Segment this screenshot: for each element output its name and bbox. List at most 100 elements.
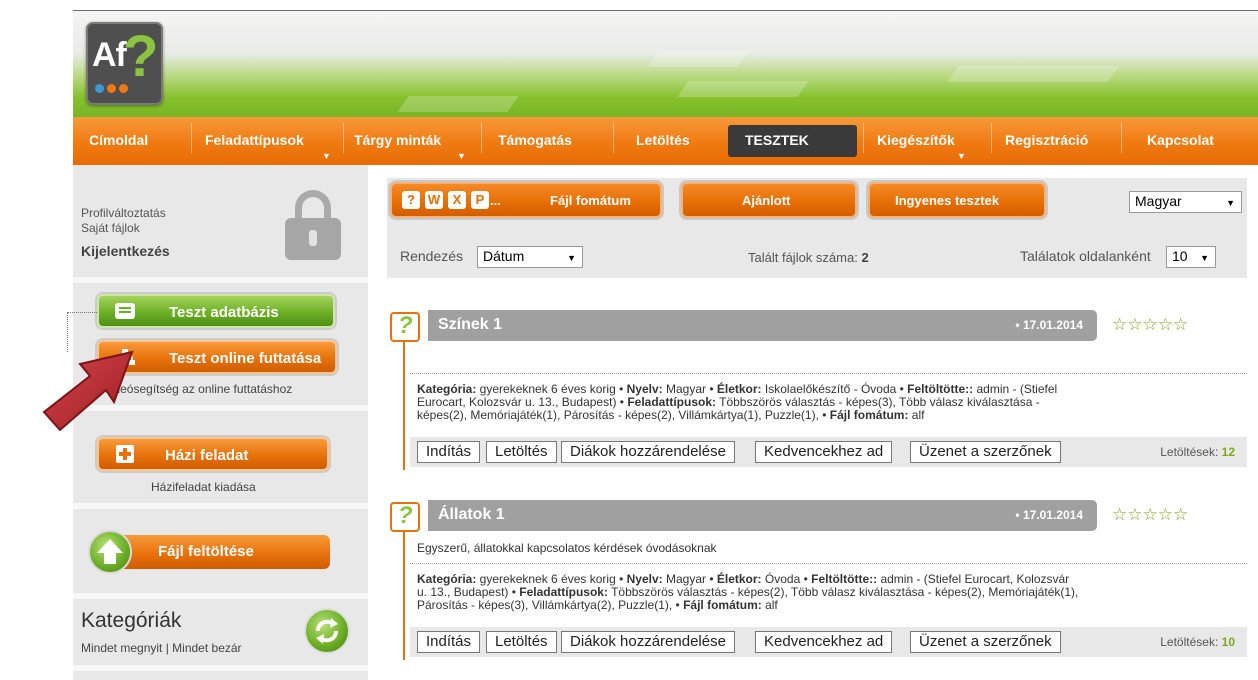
nav-label: Tárgy minták <box>354 132 442 148</box>
meta-line: Párosítás - képes(3), Villámkártya(2), P… <box>417 598 778 612</box>
downloads-value: 10 <box>1221 635 1235 649</box>
alf-file-icon: ? <box>390 502 420 532</box>
add-favorite-button[interactable]: Kedvencekhez ad <box>755 631 893 653</box>
add-favorite-button[interactable]: Kedvencekhez ad <box>755 441 893 463</box>
sort-value: Dátum <box>483 248 525 264</box>
categories-heading: Kategóriák <box>81 609 182 632</box>
assign-students-button[interactable]: Diákok hozzárendelése <box>561 631 735 653</box>
language-select[interactable]: Magyar ▼ <box>1129 191 1242 213</box>
dropdown-caret-icon: ▼ <box>457 151 466 161</box>
per-page-label: Találatok oldalanként <box>1020 248 1151 264</box>
pointer-arrow-icon <box>42 350 134 432</box>
my-files-link[interactable]: Saját fájlok <box>81 221 140 235</box>
page: Af ? Címoldal Feladattípusok ▼ Tárgy mint… <box>0 0 1258 680</box>
free-tests-label: Ingyenes tesztek <box>895 193 1000 208</box>
recommended-label: Ajánlott <box>742 193 791 208</box>
chevron-down-icon: ▼ <box>1200 253 1209 263</box>
link-separator: | <box>162 641 173 655</box>
found-files-label: Talált fájlok száma: <box>748 250 858 265</box>
dropdown-caret-icon: ▼ <box>957 151 966 161</box>
file-format-label: Fájl fomátum <box>550 193 631 208</box>
upload-arrow-icon <box>88 530 132 574</box>
result-title-bar[interactable]: Állatok 1 • 17.01.2014 <box>428 500 1097 531</box>
assign-students-button[interactable]: Diákok hozzárendelése <box>561 441 735 463</box>
recommended-button[interactable]: Ajánlott <box>681 182 857 218</box>
meta-line: képes(2), Memóriajáték(1), Párosítás - k… <box>417 408 925 422</box>
result-accent-line <box>403 340 405 470</box>
dropdown-caret-icon: ▼ <box>322 151 331 161</box>
download-count: Letöltések: 12 <box>1160 445 1235 459</box>
database-icon <box>115 303 135 319</box>
nav-label: Kapcsolat <box>1147 132 1214 148</box>
result-meta: Kategória: gyerekeknek 6 éves korig • Ny… <box>417 383 1247 422</box>
nav-label: Címoldal <box>89 132 149 148</box>
downloads-label: Letöltések: <box>1160 635 1219 649</box>
upload-file-button[interactable]: Fájl feltöltése <box>88 530 330 574</box>
divider <box>410 373 1247 374</box>
file-format-button[interactable]: ? W X P ... Fájl fomátum <box>390 182 662 218</box>
chevron-down-icon: ▼ <box>567 253 576 263</box>
nav-label: Támogatás <box>498 132 572 148</box>
test-database-label: Teszt adatbázis <box>169 304 279 321</box>
found-files-count: 2 <box>861 250 869 265</box>
result-description: Egyszerű, állatokkal kapcsolatos kérdése… <box>417 541 717 555</box>
chevron-down-icon: ▼ <box>1226 198 1235 208</box>
homework-subtitle: Házifeladat kiadása <box>151 480 256 494</box>
result-action-bar: Indítás Letöltés Diákok hozzárendelése K… <box>410 627 1247 657</box>
nav-label: Regisztráció <box>1005 132 1089 148</box>
homework-label: Házi feladat <box>165 447 249 464</box>
found-files: Talált fájlok száma: 2 <box>748 250 869 265</box>
main-nav: Címoldal Feladattípusok ▼ Tárgy minták ▼ T… <box>73 117 1258 165</box>
format-more-label: ... <box>490 193 501 208</box>
download-button[interactable]: Letöltés <box>486 441 557 463</box>
nav-label: TESZTEK <box>745 132 809 148</box>
divider <box>410 563 1247 564</box>
close-all-link[interactable]: Mindet bezár <box>172 641 241 655</box>
rating-stars[interactable]: ☆☆☆☆☆ <box>1112 315 1188 335</box>
result-action-bar: Indítás Letöltés Diákok hozzárendelése K… <box>410 437 1247 467</box>
start-button[interactable]: Indítás <box>417 441 481 463</box>
site-logo[interactable]: Af ? <box>86 22 163 105</box>
sort-label: Rendezés <box>400 248 464 264</box>
message-author-button[interactable]: Üzenet a szerzőnek <box>910 631 1061 653</box>
result-meta: Kategória: gyerekeknek 6 éves korig • Ny… <box>417 573 1247 612</box>
logout-link[interactable]: Kijelentkezés <box>81 243 170 259</box>
nav-label: Feladattípusok <box>205 132 304 148</box>
result-title[interactable]: Színek 1 <box>438 316 502 334</box>
start-button[interactable]: Indítás <box>417 631 481 653</box>
download-button[interactable]: Letöltés <box>486 631 557 653</box>
sort-select[interactable]: Dátum ▼ <box>477 246 583 268</box>
per-page-value: 10 <box>1172 248 1188 264</box>
free-tests-button[interactable]: Ingyenes tesztek <box>868 182 1046 218</box>
nav-label: Letöltés <box>636 132 690 148</box>
profile-change-link[interactable]: Profilváltoztatás <box>81 206 166 220</box>
alf-format-icon: ? <box>402 191 420 209</box>
result-title-bar[interactable]: Színek 1 • 17.01.2014 <box>428 310 1097 341</box>
alf-file-icon: ? <box>390 312 420 342</box>
categories-links: Mindet megnyit | Mindet bezár <box>81 641 242 655</box>
downloads-value: 12 <box>1221 445 1235 459</box>
result-date: • 17.01.2014 <box>1015 508 1083 522</box>
rating-stars[interactable]: ☆☆☆☆☆ <box>1112 505 1188 525</box>
plus-icon <box>116 445 134 463</box>
excel-format-icon: X <box>448 191 466 209</box>
result-date: • 17.01.2014 <box>1015 318 1083 332</box>
word-format-icon: W <box>425 191 443 209</box>
nav-label: Kiegészítők <box>877 132 955 148</box>
test-online-label: Teszt online futtatása <box>169 350 322 367</box>
homework-button[interactable]: Házi feladat <box>97 437 329 471</box>
pdf-format-icon: P <box>471 191 489 209</box>
language-value: Magyar <box>1135 193 1182 209</box>
header-banner <box>73 11 1258 117</box>
downloads-label: Letöltések: <box>1160 445 1219 459</box>
result-accent-line <box>403 530 405 660</box>
per-page-select[interactable]: 10 ▼ <box>1166 246 1216 268</box>
lock-icon <box>285 190 341 260</box>
message-author-button[interactable]: Üzenet a szerzőnek <box>910 441 1061 463</box>
result-title[interactable]: Állatok 1 <box>438 506 505 524</box>
upload-label: Fájl feltöltése <box>158 543 254 560</box>
test-database-button[interactable]: Teszt adatbázis <box>97 294 335 328</box>
refresh-icon[interactable] <box>304 608 350 654</box>
open-all-link[interactable]: Mindet megnyit <box>81 641 162 655</box>
format-icons: ? W X P <box>402 191 489 209</box>
